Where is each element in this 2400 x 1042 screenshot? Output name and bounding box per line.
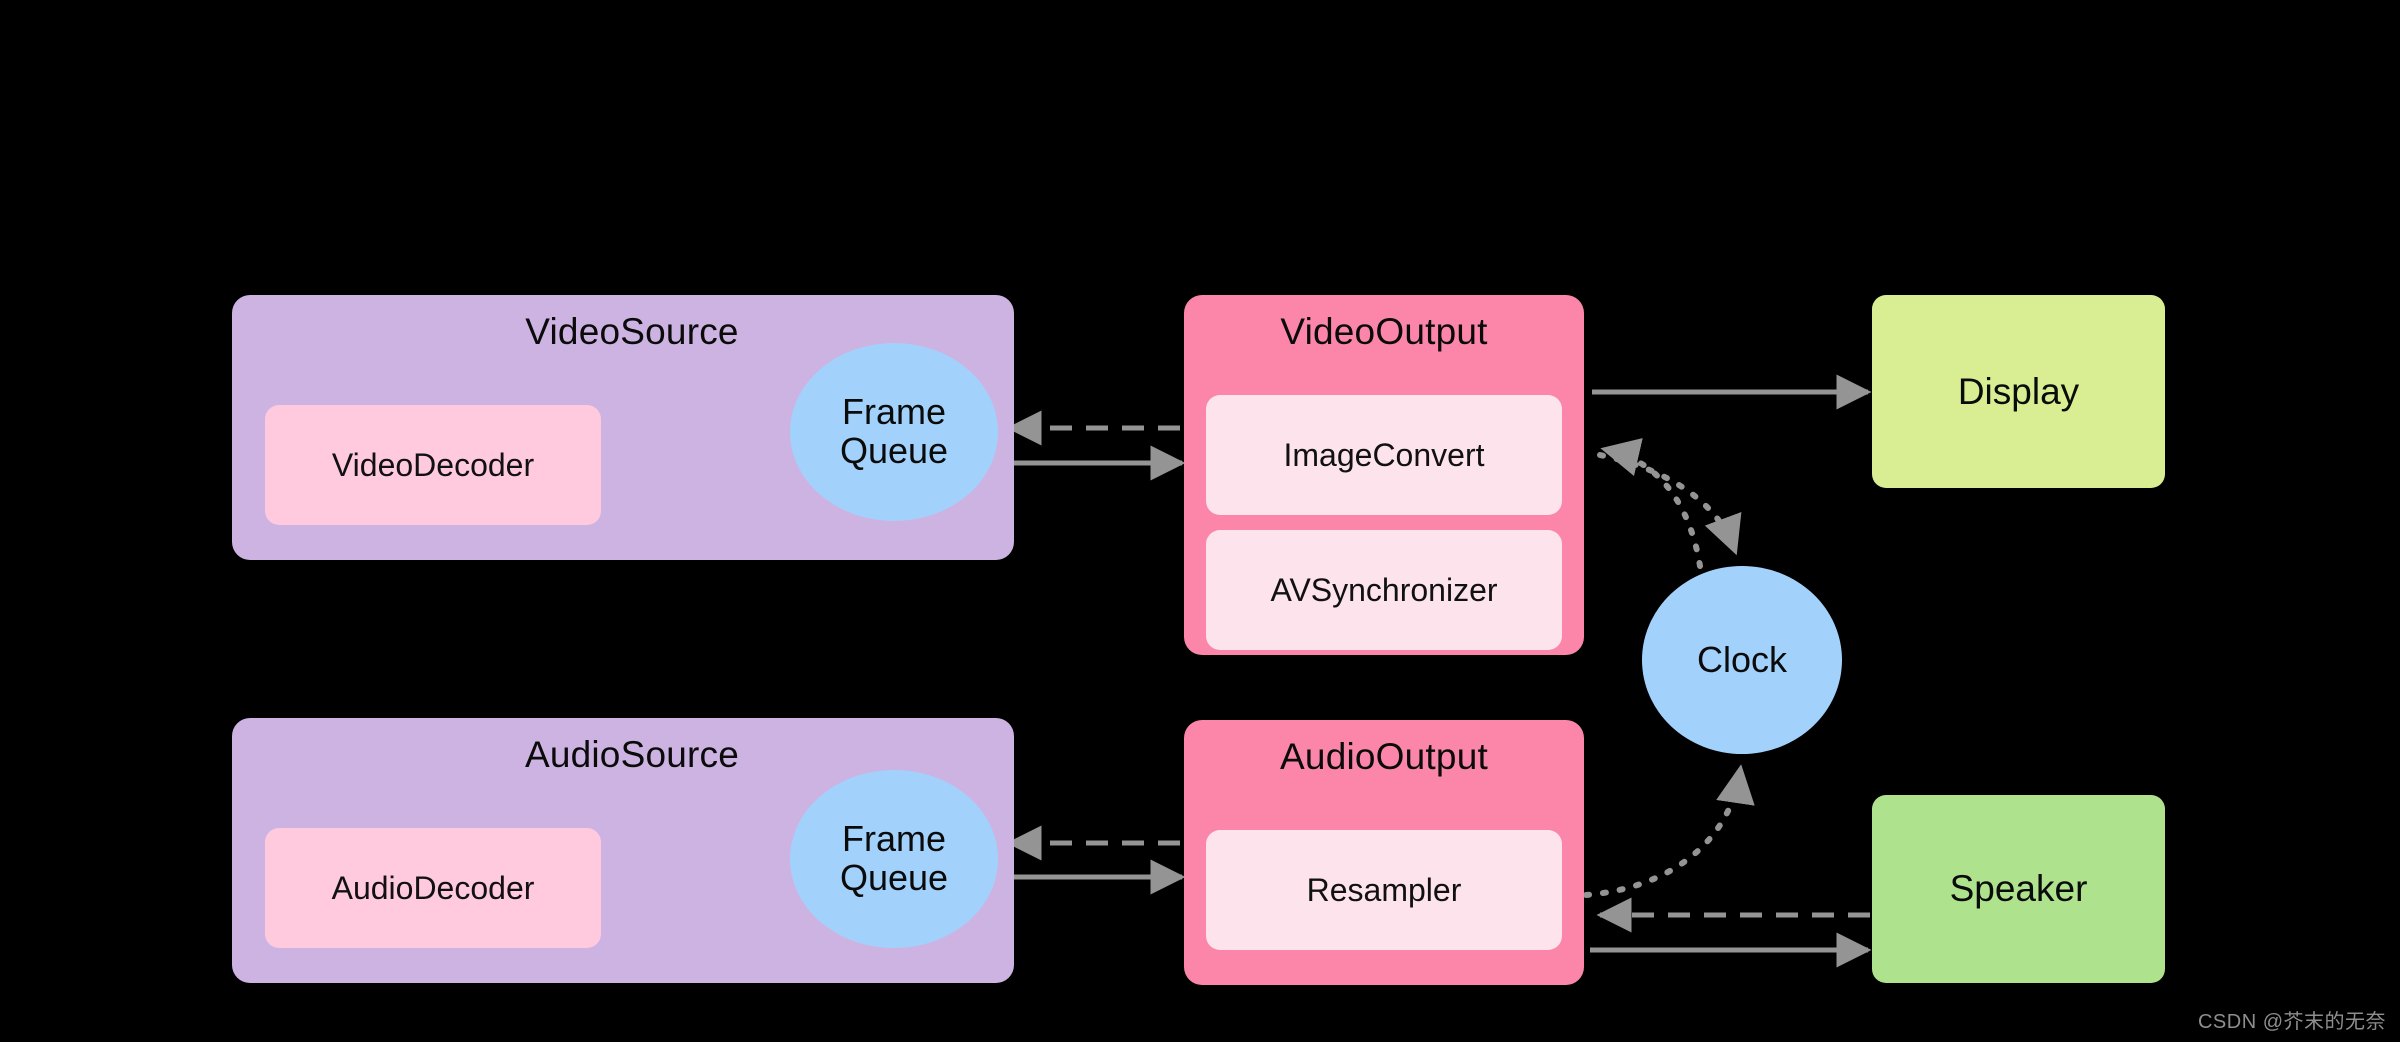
video-frame-queue-label-line2: Queue [839, 430, 949, 471]
audio-frame-queue-label-line2: Queue [839, 857, 949, 898]
video-frame-queue-circle[interactable]: Frame Queue [790, 343, 998, 521]
clock-circle[interactable]: Clock [1642, 566, 1842, 754]
edge-imageconvert-to-clock-dotted [1597, 452, 1742, 556]
audio-output-title: AudioOutput [1280, 736, 1488, 777]
audio-decoder-label: AudioDecoder [331, 869, 535, 906]
video-frame-queue-label-line1: Frame [841, 391, 946, 433]
speaker-box[interactable]: Speaker [1872, 795, 2165, 983]
image-convert-box[interactable]: ImageConvert [1206, 395, 1562, 515]
display-label: Display [1957, 370, 2080, 412]
clock-label: Clock [1696, 638, 1788, 680]
audio-output-container[interactable]: AudioOutput Resampler [1184, 720, 1584, 985]
video-decoder-label: VideoDecoder [331, 446, 535, 483]
av-synchronizer-label: AVSynchronizer [1270, 571, 1498, 608]
audio-decoder-box[interactable]: AudioDecoder [265, 828, 601, 948]
audio-frame-queue-circle[interactable]: Frame Queue [790, 770, 998, 948]
edge-resampler-to-clock-dotted [1583, 764, 1755, 898]
diagram-canvas: VideoSource VideoDecoder Frame Queue Vid… [0, 0, 2400, 1042]
speaker-label: Speaker [1949, 868, 2088, 909]
video-output-container[interactable]: VideoOutput ImageConvert AVSynchronizer [1184, 295, 1584, 655]
av-synchronizer-box[interactable]: AVSynchronizer [1206, 530, 1562, 650]
csdn-watermark: CSDN @芥末的无奈 [2197, 1011, 2386, 1033]
resampler-label: Resampler [1306, 871, 1462, 908]
video-decoder-box[interactable]: VideoDecoder [265, 405, 601, 525]
audio-frame-queue-label-line1: Frame [841, 818, 946, 860]
resampler-box[interactable]: Resampler [1206, 830, 1562, 950]
video-output-title: VideoOutput [1280, 311, 1488, 352]
display-box[interactable]: Display [1872, 295, 2165, 488]
image-convert-label: ImageConvert [1283, 436, 1485, 473]
edge-clock-to-imageconvert-dotted [1600, 438, 1703, 569]
